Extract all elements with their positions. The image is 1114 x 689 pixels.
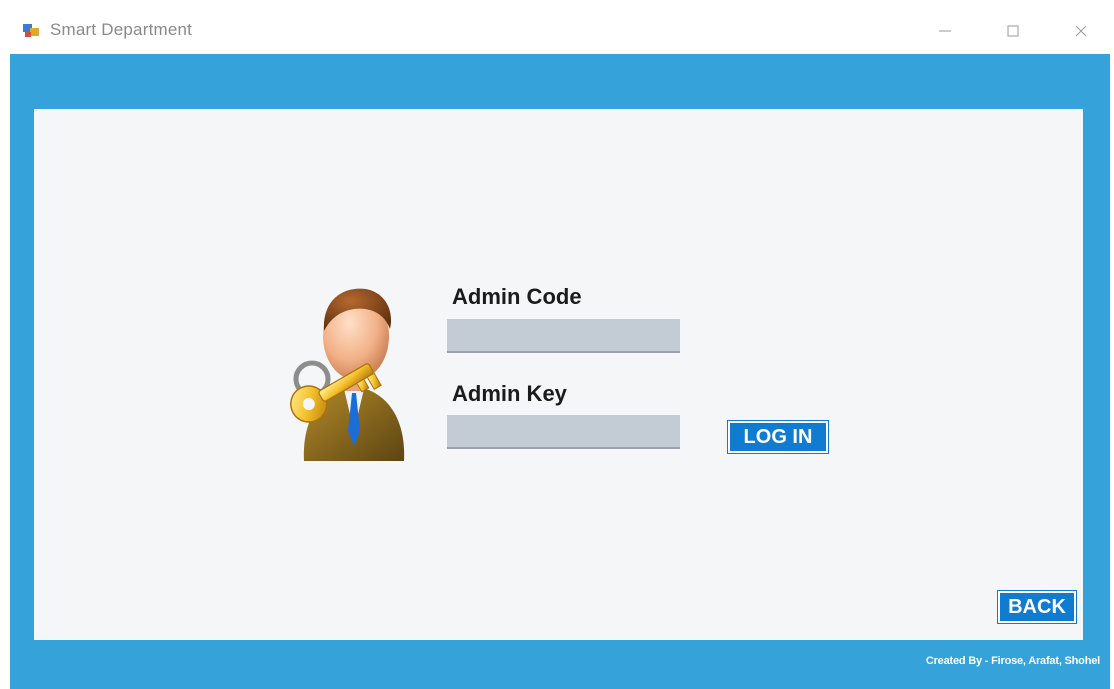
credits-text: Created By - Firose, Arafat, Shohel [925, 655, 1100, 667]
admin-key-avatar-icon [290, 288, 405, 461]
window-title: Smart Department [50, 20, 193, 39]
login-panel: Admin Code Admin Key LOG IN BACK [34, 109, 1083, 640]
maximize-icon [1007, 25, 1019, 37]
back-button[interactable]: BACK [997, 590, 1077, 624]
title-bar[interactable]: Smart Department [10, 6, 1110, 54]
admin-code-input[interactable] [447, 319, 680, 353]
minimize-button[interactable] [922, 12, 968, 50]
app-icon [23, 24, 39, 37]
login-button[interactable]: LOG IN [727, 420, 829, 454]
admin-code-label: Admin Code [452, 284, 582, 309]
admin-key-input[interactable] [447, 415, 680, 449]
maximize-button[interactable] [990, 12, 1036, 50]
close-button[interactable] [1058, 12, 1104, 50]
minimize-icon [939, 30, 951, 32]
app-window: Smart Department Admin Code Admin Key LO… [10, 6, 1110, 689]
admin-key-label: Admin Key [452, 381, 567, 406]
close-icon [1075, 25, 1087, 37]
form-client-area: Admin Code Admin Key LOG IN BACK Created… [10, 54, 1110, 689]
